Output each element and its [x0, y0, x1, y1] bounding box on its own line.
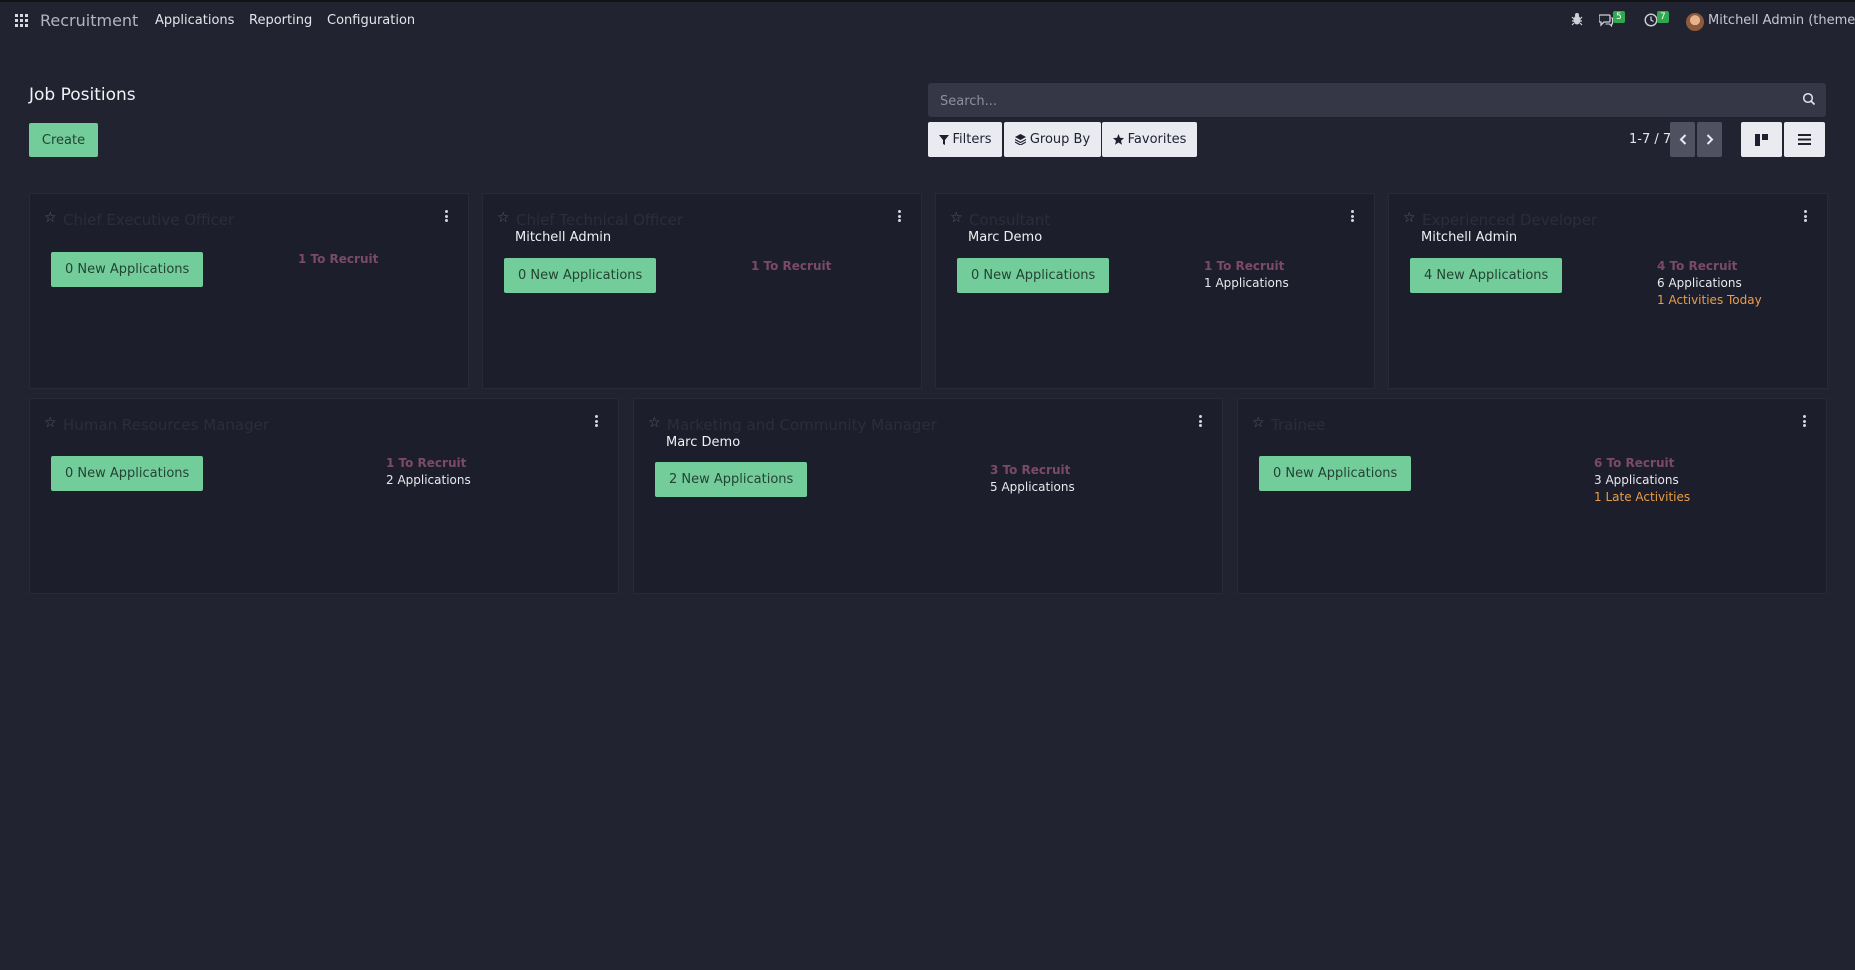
job-title[interactable]: Chief Technical Officer [516, 211, 683, 229]
job-stats: 6 To Recruit 3 Applications 1 Late Activ… [1594, 455, 1690, 506]
group-by-button[interactable]: Group By [1004, 122, 1101, 157]
job-title[interactable]: Marketing and Community Manager [667, 416, 937, 434]
pager-value[interactable]: 1-7 / 7 [1629, 132, 1671, 147]
new-applications-button[interactable]: 0 New Applications [504, 258, 657, 293]
activities-count-badge: 7 [1657, 11, 1669, 23]
job-stats: 1 To Recruit [298, 251, 378, 268]
layers-icon [1014, 134, 1026, 145]
app-brand[interactable]: Recruitment [40, 11, 138, 30]
to-recruit[interactable]: 3 To Recruit [990, 462, 1075, 479]
card-menu-icon[interactable] [1804, 210, 1807, 222]
job-card[interactable]: ☆ Consultant Marc Demo 0 New Application… [935, 193, 1375, 389]
applications-count[interactable]: 6 Applications [1657, 275, 1762, 292]
new-applications-button[interactable]: 0 New Applications [51, 456, 204, 491]
job-title[interactable]: Experienced Developer [1422, 211, 1597, 229]
top-navbar: Recruitment Applications Reporting Confi… [0, 0, 1855, 39]
pager-previous-button[interactable] [1670, 122, 1695, 157]
job-card[interactable]: ☆ Human Resources Manager 0 New Applicat… [29, 398, 619, 594]
page-title: Job Positions [29, 85, 136, 105]
new-applications-button[interactable]: 0 New Applications [1259, 456, 1412, 491]
applications-count[interactable]: 2 Applications [386, 472, 471, 489]
debug-bug-icon[interactable] [1571, 12, 1583, 30]
job-stats: 1 To Recruit 2 Applications [386, 455, 471, 489]
user-avatar[interactable] [1686, 13, 1704, 31]
job-manager: Mitchell Admin [515, 230, 612, 245]
card-menu-icon[interactable] [1199, 415, 1202, 427]
job-title[interactable]: Consultant [969, 211, 1050, 229]
list-icon [1798, 134, 1811, 145]
menu-configuration[interactable]: Configuration [327, 13, 415, 28]
kanban-icon [1755, 133, 1768, 146]
card-menu-icon[interactable] [898, 210, 901, 222]
to-recruit[interactable]: 1 To Recruit [1204, 258, 1289, 275]
search-input[interactable] [938, 83, 1792, 119]
search-bar [928, 83, 1826, 119]
activities-status[interactable]: 1 Late Activities [1594, 489, 1690, 506]
favorites-label: Favorites [1127, 132, 1187, 147]
job-manager: Marc Demo [968, 230, 1043, 245]
applications-count[interactable]: 5 Applications [990, 479, 1075, 496]
filters-label: Filters [952, 132, 992, 147]
user-menu[interactable]: Mitchell Admin (theme) [1708, 13, 1855, 28]
chevron-right-icon [1706, 134, 1713, 145]
favorite-star-icon[interactable]: ☆ [648, 415, 661, 431]
job-card[interactable]: ☆ Chief Executive Officer 0 New Applicat… [29, 193, 469, 389]
new-applications-button[interactable]: 0 New Applications [957, 258, 1110, 293]
to-recruit[interactable]: 1 To Recruit [751, 258, 831, 275]
apps-menu-icon[interactable] [15, 14, 28, 27]
job-stats: 3 To Recruit 5 Applications [990, 462, 1075, 496]
favorite-star-icon[interactable]: ☆ [497, 210, 510, 226]
applications-count[interactable]: 3 Applications [1594, 472, 1690, 489]
to-recruit[interactable]: 1 To Recruit [386, 455, 471, 472]
to-recruit[interactable]: 1 To Recruit [298, 251, 378, 268]
filters-button[interactable]: Filters [928, 122, 1002, 157]
kanban-view-button[interactable] [1741, 122, 1782, 157]
group-by-label: Group By [1029, 132, 1091, 147]
job-title[interactable]: Human Resources Manager [63, 416, 269, 434]
favorites-button[interactable]: Favorites [1102, 122, 1197, 157]
list-view-button[interactable] [1784, 122, 1825, 157]
job-card[interactable]: ☆ Experienced Developer Mitchell Admin 4… [1388, 193, 1828, 389]
favorite-star-icon[interactable]: ☆ [950, 210, 963, 226]
favorite-star-icon[interactable]: ☆ [44, 415, 57, 431]
job-stats: 4 To Recruit 6 Applications 1 Activities… [1657, 258, 1762, 309]
job-stats: 1 To Recruit 1 Applications [1204, 258, 1289, 292]
card-menu-icon[interactable] [445, 210, 448, 222]
card-menu-icon[interactable] [595, 415, 598, 427]
filter-icon [938, 134, 949, 145]
job-manager: Mitchell Admin [1421, 230, 1518, 245]
favorite-star-icon[interactable]: ☆ [44, 210, 57, 226]
messages-count-badge: 5 [1613, 11, 1625, 23]
job-card[interactable]: ☆ Chief Technical Officer Mitchell Admin… [482, 193, 922, 389]
card-menu-icon[interactable] [1803, 415, 1806, 427]
job-title[interactable]: Chief Executive Officer [63, 211, 234, 229]
job-manager: Marc Demo [666, 435, 741, 450]
menu-applications[interactable]: Applications [155, 13, 234, 28]
search-icon[interactable] [1802, 92, 1816, 106]
new-applications-button[interactable]: 2 New Applications [655, 462, 808, 497]
chevron-left-icon [1679, 134, 1686, 145]
messages-chat-icon[interactable] [1598, 13, 1614, 31]
activities-clock-icon[interactable] [1644, 13, 1658, 31]
create-button[interactable]: Create [29, 123, 98, 157]
job-card[interactable]: ☆ Trainee 0 New Applications 6 To Recrui… [1237, 398, 1827, 594]
job-title[interactable]: Trainee [1271, 416, 1325, 434]
new-applications-button[interactable]: 4 New Applications [1410, 258, 1563, 293]
applications-count[interactable]: 1 Applications [1204, 275, 1289, 292]
job-stats: 1 To Recruit [751, 258, 831, 275]
to-recruit[interactable]: 6 To Recruit [1594, 455, 1690, 472]
menu-reporting[interactable]: Reporting [249, 13, 312, 28]
activities-status[interactable]: 1 Activities Today [1657, 292, 1762, 309]
favorite-star-icon[interactable]: ☆ [1403, 210, 1416, 226]
new-applications-button[interactable]: 0 New Applications [51, 252, 204, 287]
favorite-star-icon[interactable]: ☆ [1252, 415, 1265, 431]
to-recruit[interactable]: 4 To Recruit [1657, 258, 1762, 275]
star-icon [1112, 134, 1124, 145]
card-menu-icon[interactable] [1351, 210, 1354, 222]
pager-next-button[interactable] [1697, 122, 1722, 157]
job-card[interactable]: ☆ Marketing and Community Manager Marc D… [633, 398, 1223, 594]
